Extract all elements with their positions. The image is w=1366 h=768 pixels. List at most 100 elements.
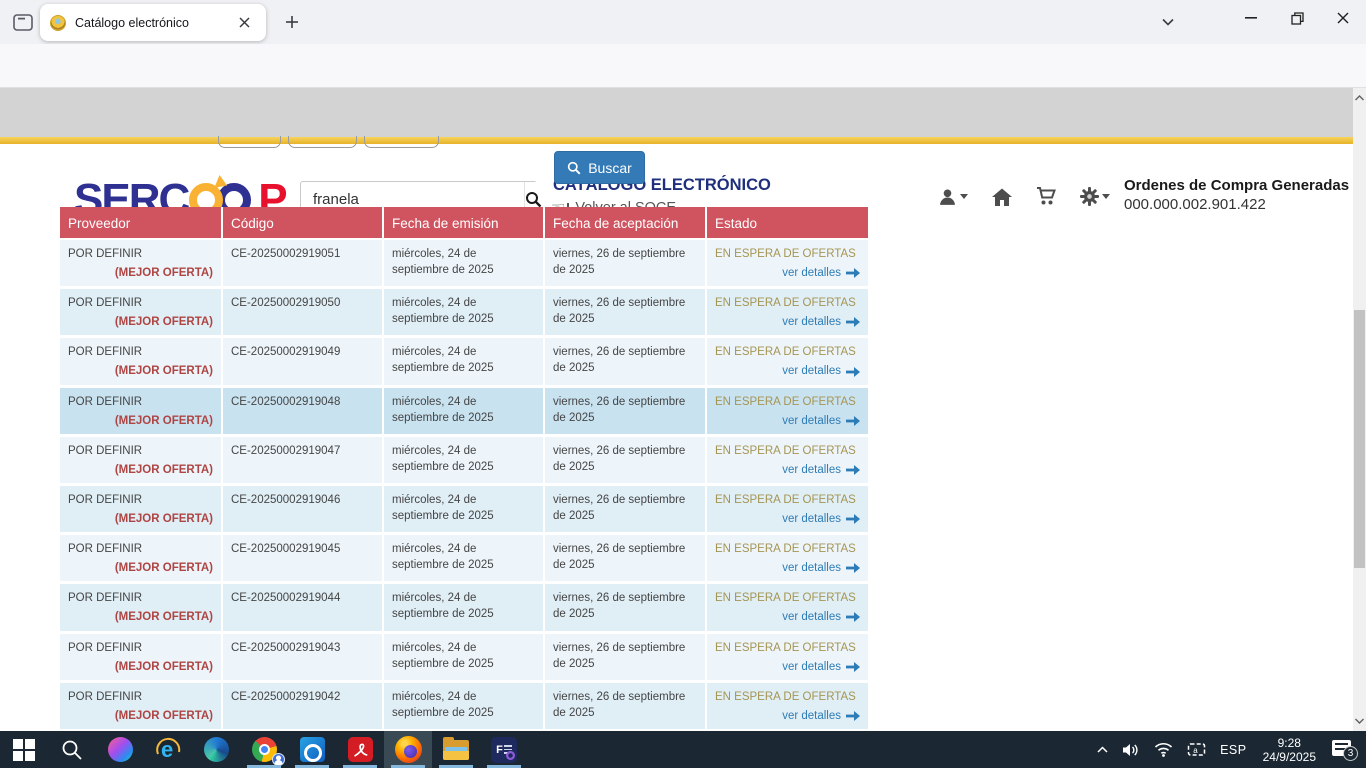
browser-nav-bar: ← → catalogoelectronico.compraspublicas.… <box>0 44 1366 88</box>
list-all-tabs-icon[interactable] <box>1152 10 1184 34</box>
scrollbar-thumb[interactable] <box>1354 310 1365 568</box>
cell-codigo: CE-20250002919050 <box>223 289 384 335</box>
tray-chevron-up-icon[interactable] <box>1090 731 1115 768</box>
cell-fecha-aceptacion: viernes, 26 de septiembre de 2025 <box>545 486 707 532</box>
column-header-estado: Estado <box>707 207 868 238</box>
scroll-up-icon[interactable] <box>1353 90 1366 106</box>
cell-fecha-emision: miércoles, 24 de septiembre de 2025 <box>384 535 545 581</box>
cell-estado: EN ESPERA DE OFERTAS ver detalles <box>707 584 868 630</box>
chrome-icon[interactable] <box>240 731 288 768</box>
ver-detalles-link[interactable]: ver detalles <box>782 363 841 379</box>
new-tab-icon[interactable] <box>278 9 306 35</box>
cell-fecha-emision: miércoles, 24 de septiembre de 2025 <box>384 388 545 434</box>
browser-tab-catalogo[interactable]: Catálogo electrónico <box>40 4 266 41</box>
arrow-right-icon <box>846 514 860 524</box>
file-explorer-icon[interactable] <box>432 731 480 768</box>
cell-estado: EN ESPERA DE OFERTAS ver detalles <box>707 683 868 729</box>
cell-codigo: CE-20250002919044 <box>223 584 384 630</box>
estado-text: EN ESPERA DE OFERTAS <box>715 640 860 656</box>
outlook-icon[interactable] <box>288 731 336 768</box>
arrow-right-icon <box>846 563 860 573</box>
estado-text: EN ESPERA DE OFERTAS <box>715 344 860 360</box>
mejor-oferta-text: (MEJOR OFERTA) <box>68 314 213 330</box>
internet-explorer-icon[interactable]: e <box>144 731 192 768</box>
window-minimize-button[interactable] <box>1228 0 1274 36</box>
ver-detalles-link[interactable]: ver detalles <box>782 560 841 576</box>
connect-display-icon[interactable]: a <box>1180 731 1213 768</box>
cell-estado: EN ESPERA DE OFERTAS ver detalles <box>707 240 868 286</box>
cell-fecha-emision: miércoles, 24 de septiembre de 2025 <box>384 634 545 680</box>
cell-fecha-emision: miércoles, 24 de septiembre de 2025 <box>384 289 545 335</box>
cell-codigo: CE-20250002919045 <box>223 535 384 581</box>
cell-fecha-aceptacion: viernes, 26 de septiembre de 2025 <box>545 437 707 483</box>
ver-detalles-link[interactable]: ver detalles <box>782 511 841 527</box>
ver-detalles-link[interactable]: ver detalles <box>782 609 841 625</box>
cell-codigo: CE-20250002919049 <box>223 338 384 384</box>
cell-codigo: CE-20250002919051 <box>223 240 384 286</box>
filter-button-partial-1[interactable] <box>218 136 281 148</box>
scroll-down-icon[interactable] <box>1353 713 1366 729</box>
arrow-right-icon <box>846 367 860 377</box>
taskbar-search-icon[interactable] <box>48 731 96 768</box>
estado-text: EN ESPERA DE OFERTAS <box>715 541 860 557</box>
table-row: POR DEFINIR (MEJOR OFERTA) CE-2025000291… <box>60 289 868 338</box>
arrow-right-icon <box>846 465 860 475</box>
ver-detalles-link[interactable]: ver detalles <box>782 659 841 675</box>
ver-detalles-link[interactable]: ver detalles <box>782 314 841 330</box>
acrobat-icon[interactable] <box>336 731 384 768</box>
arrow-right-icon <box>846 612 860 622</box>
proveedor-text: POR DEFINIR <box>68 295 213 311</box>
table-row: POR DEFINIR (MEJOR OFERTA) CE-2025000291… <box>60 584 868 633</box>
start-button[interactable] <box>0 731 48 768</box>
mejor-oferta-text: (MEJOR OFERTA) <box>68 560 213 576</box>
window-restore-button[interactable] <box>1274 0 1320 36</box>
column-header-fecha-emision: Fecha de emisión <box>384 207 545 238</box>
ver-detalles-link[interactable]: ver detalles <box>782 462 841 478</box>
cart-icon[interactable] <box>1036 187 1056 206</box>
edge-icon[interactable] <box>192 731 240 768</box>
cell-estado: EN ESPERA DE OFERTAS ver detalles <box>707 388 868 434</box>
ver-detalles-link[interactable]: ver detalles <box>782 265 841 281</box>
cell-proveedor: POR DEFINIR (MEJOR OFERTA) <box>60 535 223 581</box>
proveedor-text: POR DEFINIR <box>68 590 213 606</box>
table-row: POR DEFINIR (MEJOR OFERTA) CE-2025000291… <box>60 486 868 535</box>
cell-fecha-emision: miércoles, 24 de septiembre de 2025 <box>384 437 545 483</box>
table-row: POR DEFINIR (MEJOR OFERTA) CE-2025000291… <box>60 240 868 289</box>
ver-detalles-link[interactable]: ver detalles <box>782 708 841 724</box>
proveedor-text: POR DEFINIR <box>68 689 213 705</box>
estado-text: EN ESPERA DE OFERTAS <box>715 295 860 311</box>
wifi-icon[interactable] <box>1147 731 1180 768</box>
orders-table: Proveedor Código Fecha de emisión Fecha … <box>60 207 868 732</box>
estado-text: EN ESPERA DE OFERTAS <box>715 492 860 508</box>
window-close-button[interactable] <box>1320 0 1366 36</box>
firefox-icon[interactable] <box>384 731 432 768</box>
volume-icon[interactable] <box>1115 731 1147 768</box>
estado-text: EN ESPERA DE OFERTAS <box>715 590 860 606</box>
filter-button-partial-3[interactable] <box>364 136 439 148</box>
firefox-view-icon[interactable] <box>8 8 38 36</box>
copilot-icon[interactable] <box>96 731 144 768</box>
tab-title: Catálogo electrónico <box>75 16 232 30</box>
tab-close-icon[interactable] <box>232 11 256 35</box>
cell-fecha-emision: miércoles, 24 de septiembre de 2025 <box>384 683 545 729</box>
mejor-oferta-text: (MEJOR OFERTA) <box>68 363 213 379</box>
home-icon[interactable] <box>992 188 1012 206</box>
tab-favicon-icon <box>50 15 66 31</box>
arrow-right-icon <box>846 268 860 278</box>
proveedor-text: POR DEFINIR <box>68 640 213 656</box>
notification-center-icon[interactable]: 3 <box>1325 731 1366 768</box>
user-menu-icon[interactable] <box>938 188 968 206</box>
ver-detalles-link[interactable]: ver detalles <box>782 413 841 429</box>
buscar-button[interactable]: Buscar <box>554 151 645 184</box>
feo-app-icon[interactable]: F <box>480 731 528 768</box>
cell-fecha-aceptacion: viernes, 26 de septiembre de 2025 <box>545 634 707 680</box>
cell-fecha-aceptacion: viernes, 26 de septiembre de 2025 <box>545 535 707 581</box>
settings-gear-icon[interactable] <box>1080 187 1110 206</box>
language-indicator[interactable]: ESP <box>1213 731 1254 768</box>
cell-fecha-emision: miércoles, 24 de septiembre de 2025 <box>384 240 545 286</box>
column-header-codigo: Código <box>223 207 384 238</box>
clock[interactable]: 9:28 24/9/2025 <box>1254 731 1325 768</box>
cell-proveedor: POR DEFINIR (MEJOR OFERTA) <box>60 338 223 384</box>
page-scrollbar[interactable] <box>1353 88 1366 731</box>
filter-button-partial-2[interactable] <box>288 136 357 148</box>
